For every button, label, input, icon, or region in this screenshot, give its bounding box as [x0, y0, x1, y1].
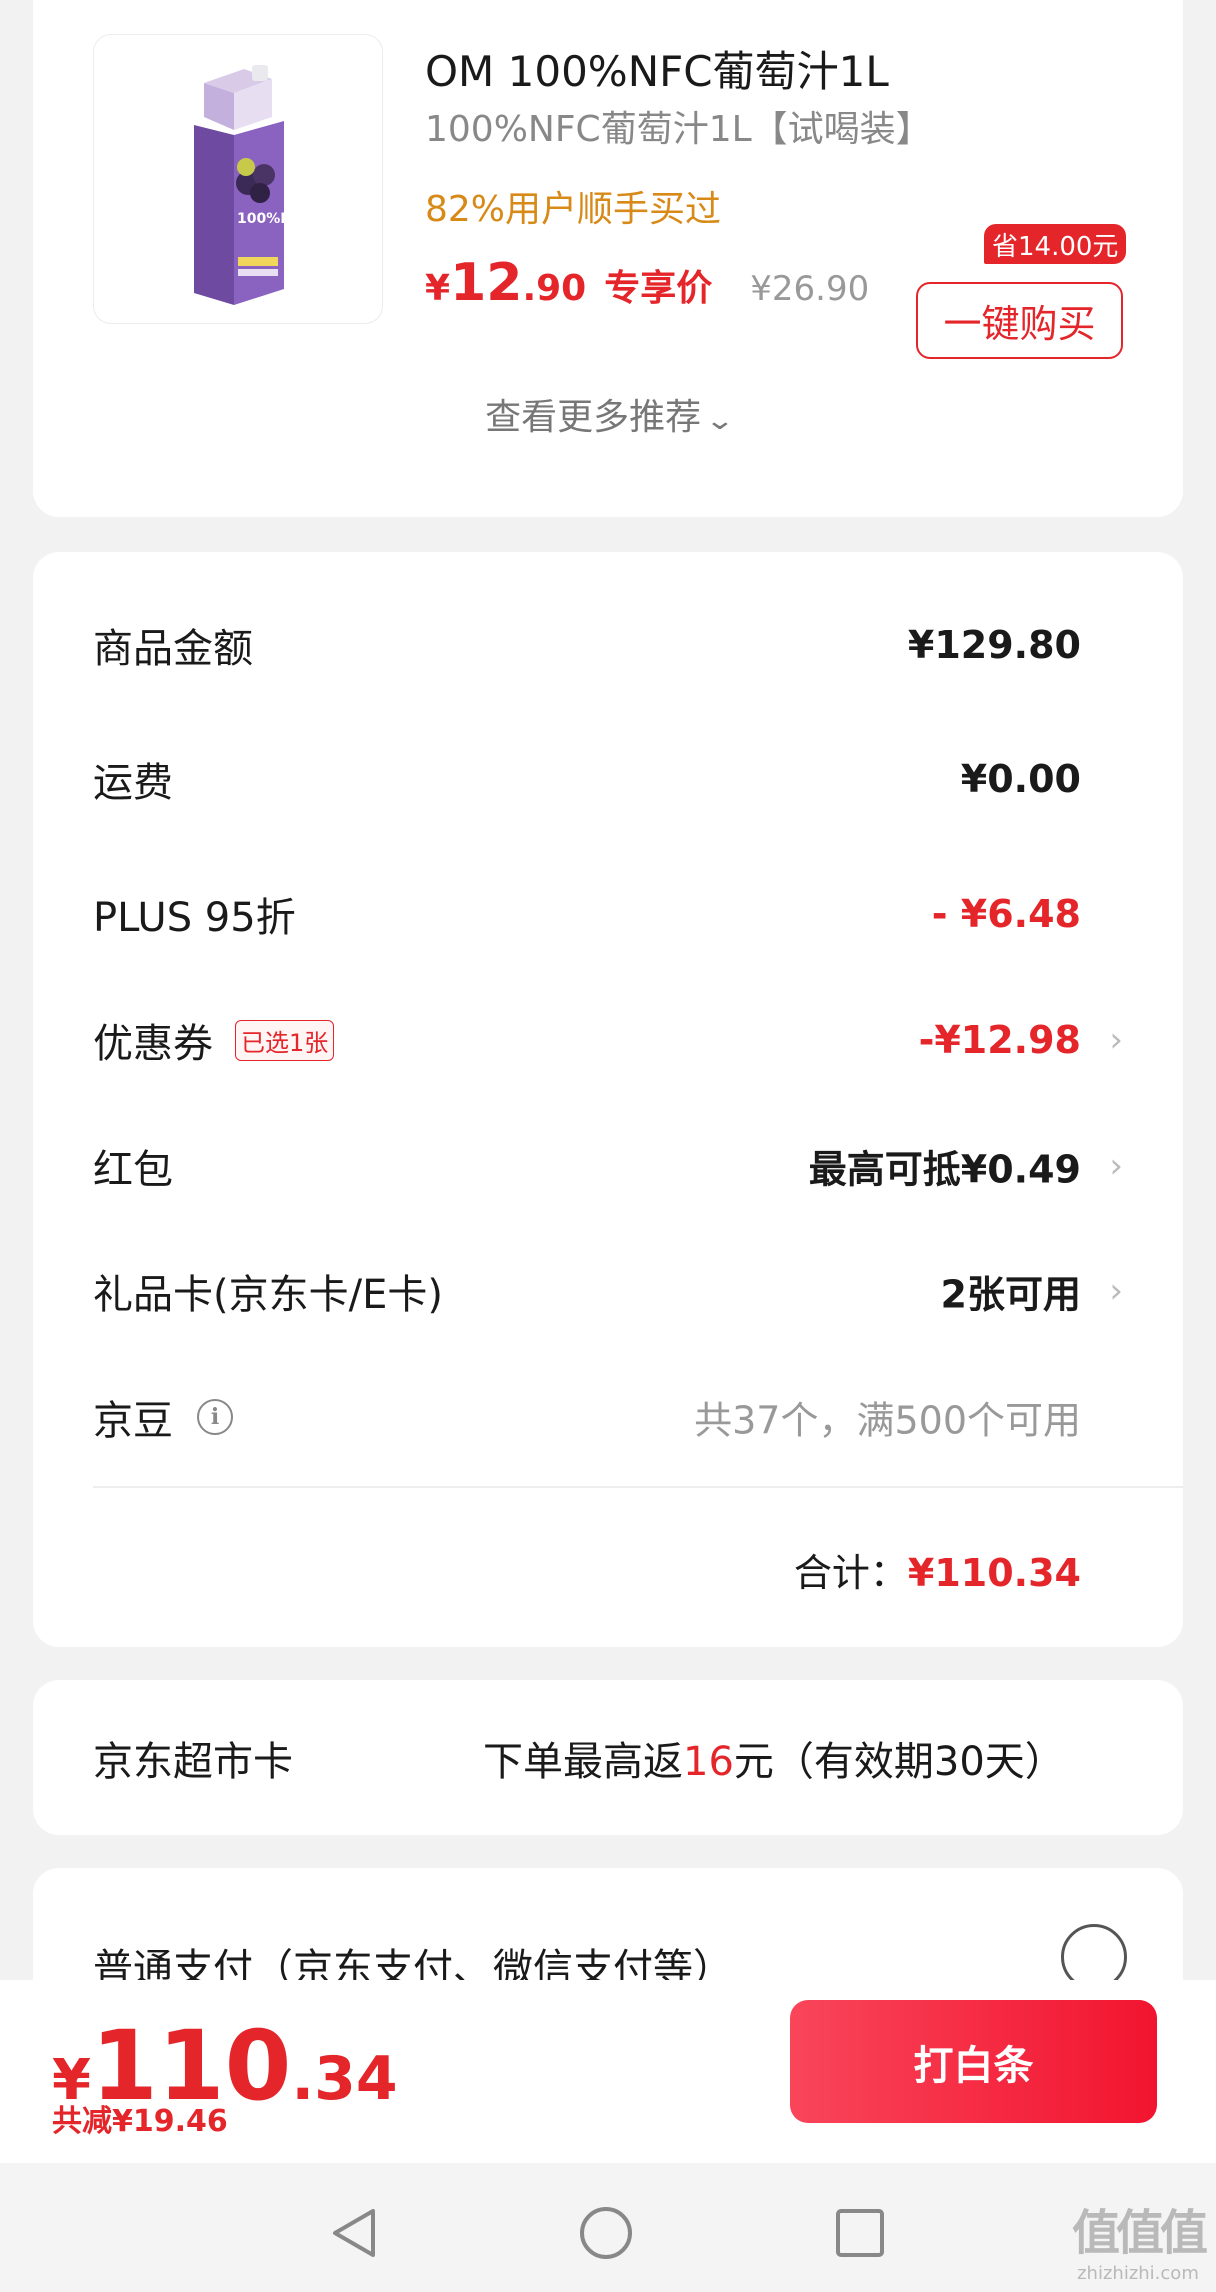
- system-nav-bar: 值值值 zhizhizhi.com: [0, 2163, 1216, 2292]
- jd-beans-row: 京豆 i 共37个，满500个可用: [93, 1377, 1123, 1457]
- cashback-amount: 16: [683, 1738, 734, 1785]
- red-packet-row[interactable]: 红包 最高可抵¥0.49 ›: [93, 1126, 1123, 1206]
- pay-with-baitiao-button[interactable]: 打白条: [790, 2000, 1157, 2123]
- total-label: 合计：: [793, 1551, 908, 1595]
- price-integer: 12: [450, 253, 523, 313]
- summary-divider: [93, 1486, 1183, 1488]
- gift-card-value: 2张可用: [940, 1272, 1081, 1317]
- home-nav-button[interactable]: [576, 2203, 636, 2263]
- cashback-prefix: 下单最高返: [483, 1738, 683, 1785]
- gift-card-row[interactable]: 礼品卡(京东卡/E卡) 2张可用 ›: [93, 1251, 1123, 1331]
- total-reduction: 共减¥19.46: [52, 2104, 228, 2139]
- coupon-label: 优惠券: [93, 1021, 213, 1067]
- supermarket-card-desc: 下单最高返16元（有效期30天）: [483, 1729, 1065, 1787]
- goods-amount-value: ¥129.80: [907, 623, 1081, 667]
- more-recommendations-label: 查看更多推荐: [485, 397, 702, 438]
- goods-amount-row: 商品金额 ¥129.80: [93, 605, 1123, 685]
- total-value: ¥110.34: [907, 1551, 1081, 1595]
- coupon-row[interactable]: 优惠券 已选1张 -¥12.98 ›: [93, 1000, 1123, 1080]
- coupon-label-group: 优惠券 已选1张: [93, 1011, 335, 1069]
- gift-card-label: 礼品卡(京东卡/E卡): [93, 1272, 443, 1318]
- shipping-value: ¥0.00: [960, 757, 1081, 801]
- exclusive-price-label: 专享价: [604, 268, 713, 309]
- chevron-right-icon: ›: [1109, 1271, 1123, 1311]
- one-click-buy-button[interactable]: 一键购买: [916, 282, 1123, 359]
- jd-beans-label: 京豆: [93, 1398, 173, 1444]
- goods-amount-label: 商品金额: [93, 626, 253, 672]
- original-price: ¥26.90: [750, 269, 870, 309]
- recent-square-icon: [836, 2209, 884, 2257]
- product-subtitle: 100%NFC葡萄汁1L【试喝装】: [425, 109, 932, 150]
- coupon-value: -¥12.98: [918, 1018, 1081, 1062]
- price-currency: ¥: [425, 268, 451, 309]
- price-decimal: .90: [522, 268, 587, 309]
- red-packet-value: 最高可抵¥0.49: [808, 1147, 1081, 1192]
- chevron-right-icon: ›: [1109, 1146, 1123, 1186]
- purchase-tag: 82%用户顺手买过: [425, 189, 722, 230]
- carton-label-text: 100%NFC 葡萄汁: [237, 210, 359, 227]
- product-price-row: ¥12.90 专享价 ¥26.90: [425, 253, 869, 323]
- back-nav-button[interactable]: [325, 2203, 385, 2263]
- shipping-row: 运费 ¥0.00: [93, 739, 1123, 819]
- chevron-right-icon: ›: [1109, 1020, 1123, 1060]
- product-title[interactable]: OM 100%NFC葡萄汁1L: [425, 38, 889, 99]
- jd-beans-label-group: 京豆 i: [93, 1388, 233, 1446]
- watermark-url: zhizhizhi.com: [1077, 2263, 1199, 2284]
- product-image[interactable]: 100%NFC 葡萄汁: [93, 34, 383, 324]
- jd-beans-value: 共37个，满500个可用: [694, 1398, 1081, 1443]
- home-circle-icon: [580, 2207, 632, 2259]
- order-summary-card: 商品金额 ¥129.80 运费 ¥0.00 PLUS 95折 - ¥6.48 优…: [33, 552, 1183, 1647]
- chevron-down-icon: ⌄: [704, 406, 736, 436]
- site-watermark: 值值值 zhizhizhi.com: [1071, 2193, 1208, 2284]
- recommendation-card: 100%NFC 葡萄汁 OM 100%NFC葡萄汁1L 100%NFC葡萄汁1L…: [33, 0, 1183, 517]
- grape-juice-carton-image: 100%NFC 葡萄汁: [194, 65, 359, 305]
- more-recommendations-link[interactable]: 查看更多推荐 ⌄: [33, 388, 1183, 440]
- red-packet-label: 红包: [93, 1147, 173, 1193]
- plus-discount-row: PLUS 95折 - ¥6.48: [93, 874, 1123, 954]
- plus-discount-value: - ¥6.48: [931, 892, 1081, 936]
- checkout-total-decimal: .34: [291, 2044, 398, 2114]
- shipping-label: 运费: [93, 760, 173, 806]
- cashback-suffix: 元（有效期30天）: [733, 1738, 1065, 1785]
- checkout-bar: ¥110.34 共减¥19.46 打白条: [0, 1980, 1216, 2163]
- back-triangle-icon: [333, 2209, 375, 2257]
- info-icon[interactable]: i: [197, 1399, 233, 1435]
- save-amount-badge: 省14.00元: [984, 224, 1127, 264]
- watermark-logo: 值值值: [1071, 2205, 1208, 2261]
- recent-apps-nav-button[interactable]: [830, 2203, 890, 2263]
- supermarket-card-label: 京东超市卡: [93, 1738, 293, 1785]
- supermarket-card-row[interactable]: 京东超市卡 下单最高返16元（有效期30天）: [33, 1680, 1183, 1835]
- summary-total: 合计：¥110.34: [794, 1542, 1081, 1597]
- plus-discount-label: PLUS 95折: [93, 895, 296, 941]
- coupon-selected-badge: 已选1张: [235, 1019, 335, 1061]
